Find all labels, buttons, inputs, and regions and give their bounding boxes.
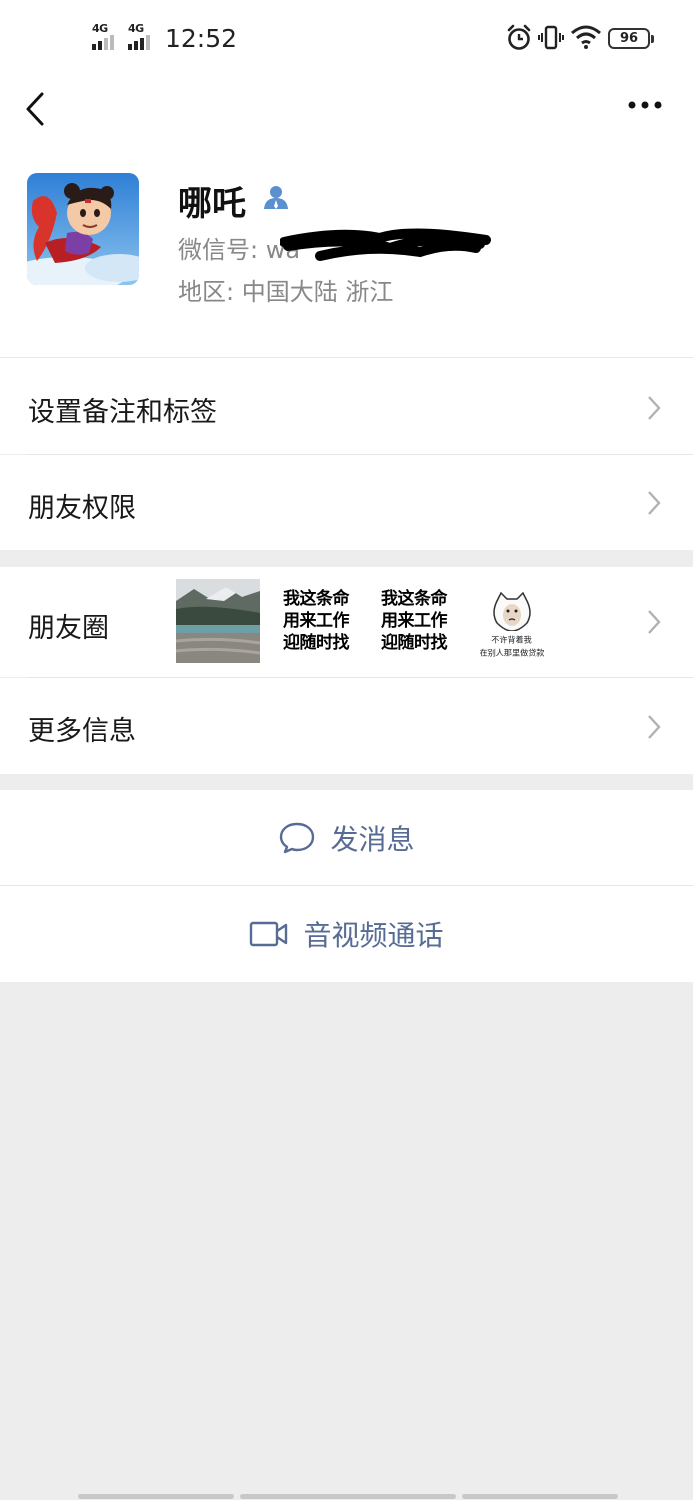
avatar[interactable] [27,173,139,285]
moments-row[interactable]: 朋友圈 我这条命 用来工作 迎随时找 我这条命 用来工作 迎随时找 不许背着我 … [0,567,693,677]
back-button[interactable] [20,84,60,134]
status-bar: 4G 4G 12:52 96 [0,0,693,78]
send-message-button[interactable]: 发消息 [0,790,693,885]
more-info-row[interactable]: 更多信息 [0,678,693,774]
meme-text-line: 迎随时找 [283,633,350,653]
friend-permissions-row[interactable]: 朋友权限 [0,455,693,550]
face-caption-1: 不许背着我 [491,636,533,646]
friend-permissions-label: 朋友权限 [28,493,136,524]
moments-photo-landscape [176,579,260,663]
moments-meme-1: 我这条命 用来工作 迎随时找 [274,579,358,663]
vibrate-icon [538,25,564,50]
more-dots-icon [628,101,662,109]
chat-bubble-icon [280,822,315,853]
meme-text-line: 用来工作 [381,611,448,631]
meme-text-line: 我这条命 [381,589,448,609]
battery-indicator: 96 [608,28,654,49]
meme-text-line: 用来工作 [283,611,350,631]
moments-face-meme: 不许背着我 在别人那里做贷款 [470,579,554,663]
video-camera-icon [250,921,288,947]
cartoon-face-image [493,591,531,631]
meme-text-line: 迎随时找 [381,633,448,653]
moments-thumbnails: 我这条命 用来工作 迎随时找 我这条命 用来工作 迎随时找 不许背着我 在别人那… [176,579,554,663]
network-type-1: 4G [92,22,108,35]
back-arrow-icon [26,92,44,126]
wifi-icon [571,25,601,49]
chevron-right-icon [648,715,661,739]
chevron-right-icon [648,610,661,634]
moments-label: 朋友圈 [28,613,109,644]
chevron-right-icon [648,491,661,515]
alarm-icon [507,24,531,50]
redaction-scribble [280,228,491,261]
contact-person-icon [264,186,288,209]
chevron-right-icon [648,396,661,420]
profile-header: 哪吒 微信号: wa 地区: 中国大陆 浙江 [0,78,693,358]
face-caption-2: 在别人那里做贷款 [479,649,545,659]
clock: 12:52 [165,24,238,53]
contact-name: 哪吒 [178,184,246,224]
signal-1-icon: 4G [92,22,122,50]
meme-text-line: 我这条命 [283,589,350,609]
landscape-image [176,579,260,663]
send-message-label: 发消息 [330,822,415,856]
nezha-avatar-image [27,173,139,285]
region: 地区: 中国大陆 浙江 [178,278,394,306]
more-options-button[interactable] [620,90,670,120]
set-remark-row[interactable]: 设置备注和标签 [0,357,693,454]
video-call-label: 音视频通话 [303,919,444,952]
network-type-2: 4G [128,22,144,35]
video-call-button[interactable]: 音视频通话 [0,886,693,982]
moments-meme-2: 我这条命 用来工作 迎随时找 [372,579,456,663]
set-remark-label: 设置备注和标签 [28,397,217,428]
home-indicator [78,1494,618,1499]
signal-2-icon: 4G [128,22,158,50]
more-info-label: 更多信息 [28,716,136,747]
